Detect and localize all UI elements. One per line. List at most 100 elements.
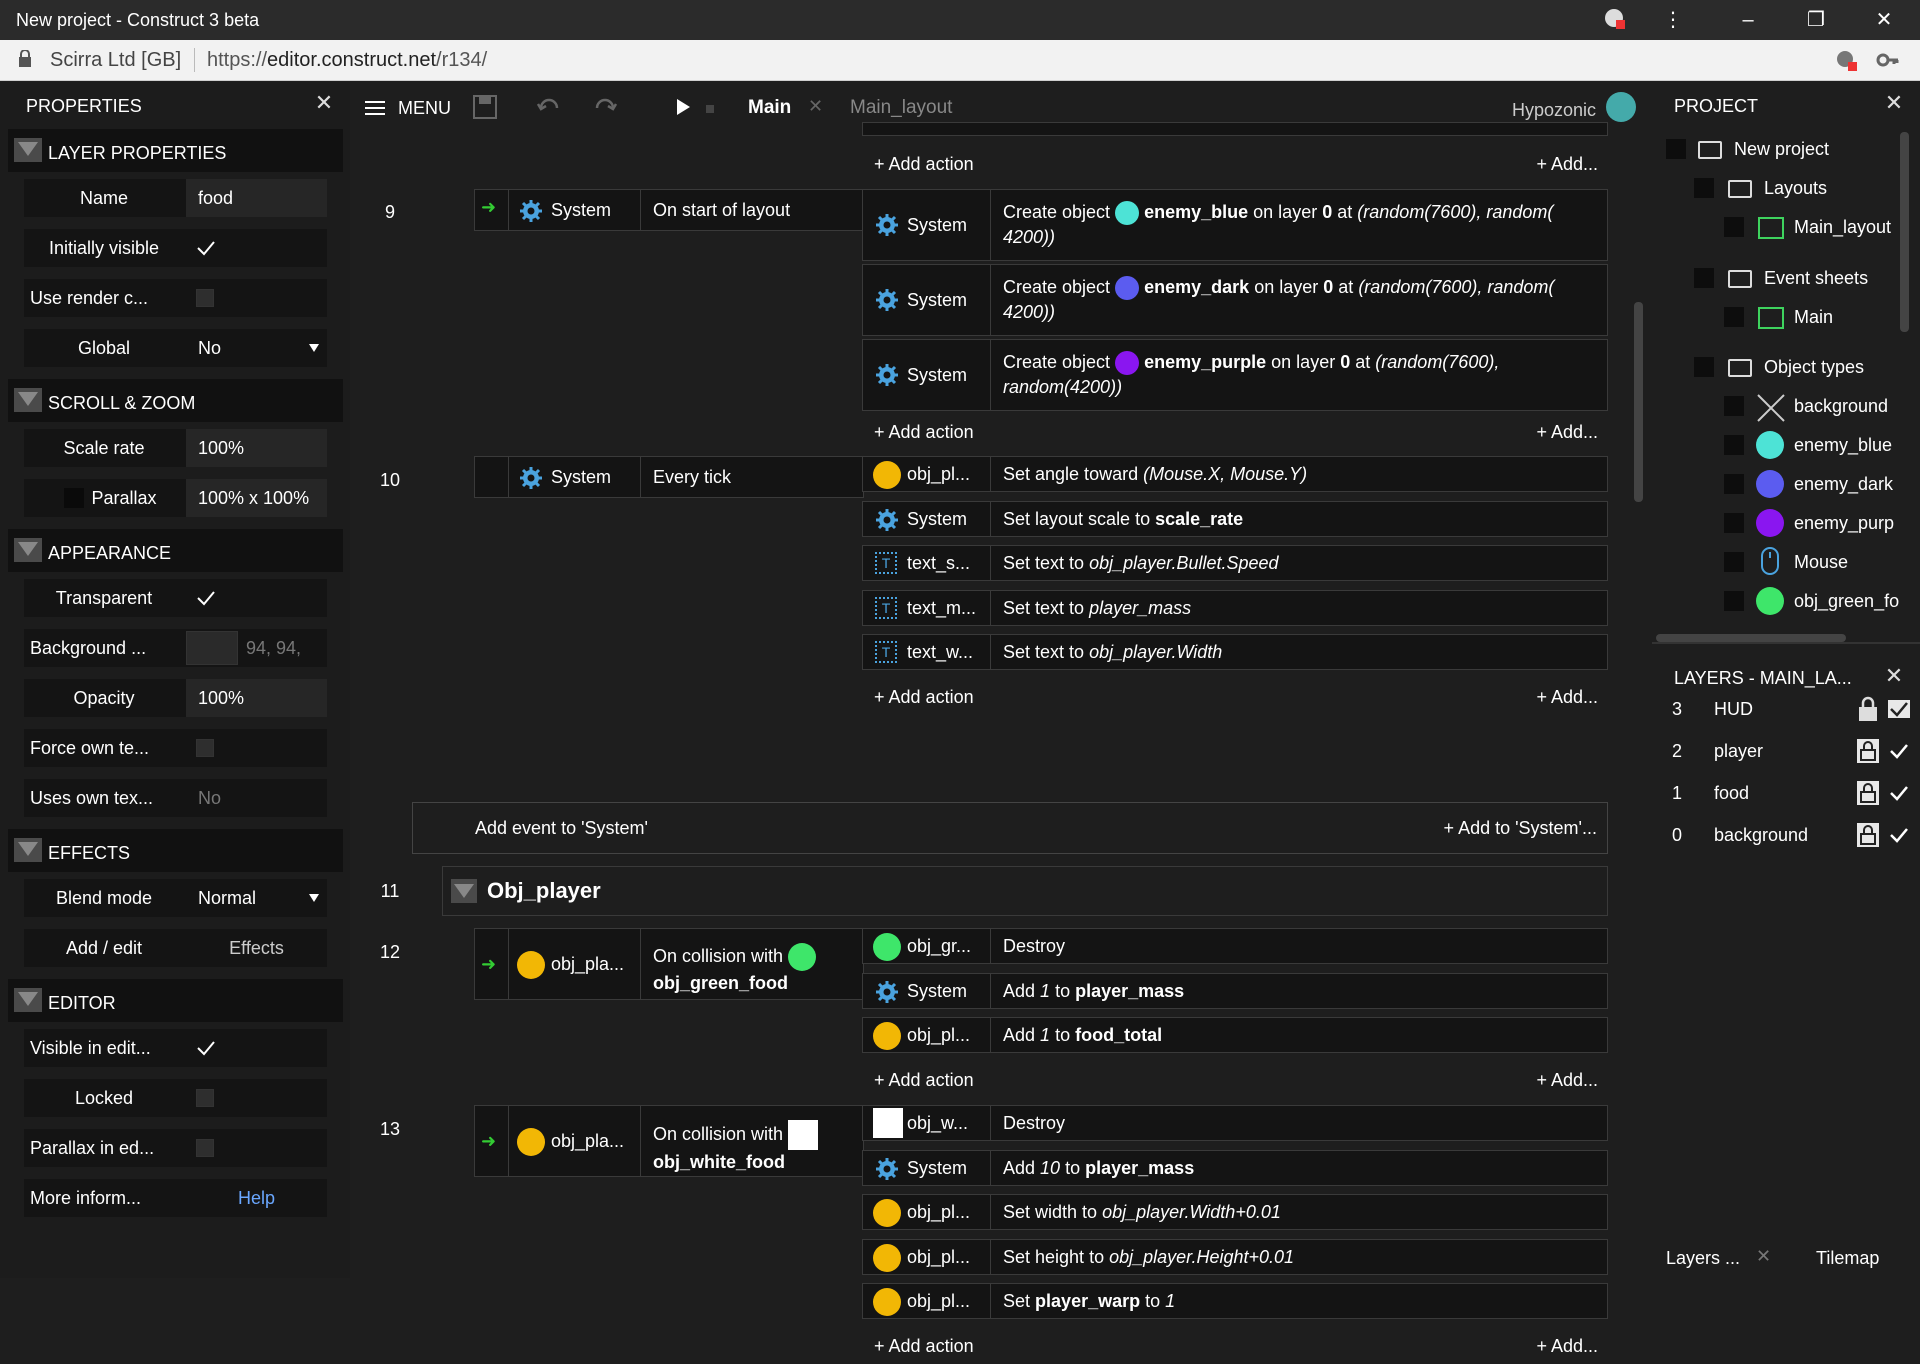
layer-name[interactable]: player	[1714, 730, 1763, 772]
tree-checkbox[interactable]	[1724, 474, 1744, 494]
action-object[interactable]: obj_pl...	[862, 1017, 992, 1053]
checkbox[interactable]	[196, 1089, 214, 1107]
action-text[interactable]: Set text to player_mass	[990, 589, 1608, 626]
tab-tilemap[interactable]: Tilemap	[1816, 1248, 1879, 1269]
expand-icon[interactable]	[1694, 268, 1714, 288]
prop-name[interactable]: Name food	[24, 179, 327, 217]
avatar[interactable]	[1606, 92, 1636, 122]
checkmark-icon[interactable]	[196, 589, 216, 607]
action-text[interactable]: Add 1 to food_total	[990, 1017, 1608, 1053]
condition-text[interactable]: Every tick	[640, 456, 864, 498]
prev-action-row[interactable]	[862, 122, 1608, 136]
play-icon[interactable]	[670, 94, 696, 120]
condition-object[interactable]: System	[508, 456, 642, 498]
tree-item-main-layout[interactable]: Main_layout	[1794, 212, 1891, 242]
prop-scale-rate[interactable]: Scale rate 100%	[24, 429, 327, 467]
incognito-icon[interactable]	[1600, 6, 1628, 34]
checkbox[interactable]	[196, 289, 214, 307]
condition-object[interactable]: System	[508, 189, 642, 231]
user-name[interactable]: Hypozonic	[1512, 100, 1596, 121]
section-layer-properties[interactable]: LAYER PROPERTIES	[8, 129, 343, 172]
event-sheet-scrollbar[interactable]	[1634, 302, 1643, 502]
add-action-row[interactable]: + Add action + Add...	[862, 146, 1608, 182]
close-tab-icon[interactable]: ✕	[1756, 1246, 1771, 1267]
prop-visible-in-editor[interactable]: Visible in edit...	[24, 1029, 327, 1067]
condition-text[interactable]: On collision with obj_white_food	[640, 1105, 864, 1177]
add-action-row[interactable]: + Add action + Add...	[862, 1327, 1608, 1364]
action-object[interactable]: obj_gr...	[862, 928, 992, 964]
tree-checkbox[interactable]	[1724, 217, 1744, 237]
layer-name[interactable]: food	[1714, 772, 1749, 814]
lock-closed-icon[interactable]	[1856, 696, 1880, 722]
tree-item-object[interactable]: enemy_blue	[1794, 430, 1892, 460]
tree-root[interactable]: New project	[1734, 134, 1829, 164]
expand-icon[interactable]	[1694, 357, 1714, 377]
tree-item-object[interactable]: Mouse	[1794, 547, 1848, 577]
extension-icon[interactable]	[1834, 48, 1858, 77]
tab-layers[interactable]: Layers ...	[1666, 1248, 1740, 1269]
action-text[interactable]: Set text to obj_player.Width	[990, 634, 1608, 670]
save-icon[interactable]	[472, 94, 498, 120]
prop-parallax[interactable]: Parallax 100% x 100%	[24, 479, 327, 517]
event-handle[interactable]: ➜	[474, 189, 512, 231]
add-action-row[interactable]: + Add action + Add...	[862, 1061, 1608, 1098]
address-bar[interactable]: Scirra Ltd [GB] https://editor.construct…	[0, 40, 1920, 81]
event-handle[interactable]: ➜	[474, 928, 512, 1000]
tab-main-layout[interactable]: Main_layout	[850, 97, 952, 119]
dropdown-arrow-icon[interactable]	[309, 344, 319, 352]
section-editor[interactable]: EDITOR	[8, 979, 343, 1022]
tree-item-object[interactable]: enemy_purp	[1794, 508, 1894, 538]
layer-name[interactable]: HUD	[1714, 688, 1753, 730]
tree-folder-layouts[interactable]: Layouts	[1764, 173, 1827, 203]
tree-checkbox[interactable]	[1724, 396, 1744, 416]
action-object[interactable]: System	[862, 972, 992, 1009]
close-tab-icon[interactable]: ✕	[808, 96, 823, 117]
tree-checkbox[interactable]	[1724, 552, 1744, 572]
condition-object[interactable]: obj_pla...	[508, 928, 642, 1000]
layer-visible-checkbox[interactable]	[1888, 784, 1910, 802]
action-object[interactable]: obj_pl...	[862, 456, 992, 492]
prop-force-own-texture[interactable]: Force own te...	[24, 729, 327, 767]
layer-row[interactable]: 1 food	[1652, 772, 1920, 814]
lock-open-icon[interactable]	[1856, 822, 1880, 848]
checkbox[interactable]	[196, 1139, 214, 1157]
add-action-label[interactable]: Add action	[889, 154, 974, 174]
section-effects[interactable]: EFFECTS	[8, 829, 343, 872]
condition-object[interactable]: obj_pla...	[508, 1105, 642, 1177]
action-object[interactable]: obj_pl...	[862, 1238, 992, 1275]
action-text[interactable]: Set text to obj_player.Bullet.Speed	[990, 545, 1608, 581]
help-link[interactable]: Help	[186, 1179, 327, 1217]
action-object[interactable]: Ttext_s...	[862, 545, 992, 581]
prop-blend-mode[interactable]: Blend mode Normal	[24, 879, 327, 917]
more-vert-icon[interactable]: ⋮	[1659, 6, 1687, 34]
prop-initially-visible[interactable]: Initially visible	[24, 229, 327, 267]
action-text[interactable]: Set width to obj_player.Width+0.01	[990, 1194, 1608, 1230]
close-properties-icon[interactable]: ✕	[314, 92, 334, 114]
prop-more-information[interactable]: More inform... Help	[24, 1179, 327, 1217]
action-text[interactable]: Add 10 to player_mass	[990, 1149, 1608, 1186]
prop-transparent[interactable]: Transparent	[24, 579, 327, 617]
layer-row[interactable]: 2 player	[1652, 730, 1920, 772]
prop-locked[interactable]: Locked	[24, 1079, 327, 1117]
close-project-icon[interactable]: ✕	[1884, 92, 1904, 114]
prop-add-edit-effects[interactable]: Add / edit Effects	[24, 929, 327, 967]
action-object[interactable]: Ttext_m...	[862, 589, 992, 626]
add-event-row[interactable]: Add event to 'System' + Add to 'System'.…	[412, 802, 1608, 854]
url-text[interactable]: https://editor.construct.net/r134/	[207, 49, 487, 72]
play-options-icon[interactable]	[706, 105, 714, 113]
tree-folder-event-sheets[interactable]: Event sheets	[1764, 263, 1868, 293]
redo-icon[interactable]	[592, 94, 618, 120]
blend-select[interactable]: Normal	[186, 879, 327, 917]
layer-visible-checkbox[interactable]	[1888, 742, 1910, 760]
expand-icon[interactable]	[1694, 178, 1714, 198]
action-object[interactable]: System	[862, 264, 992, 336]
effects-link[interactable]: Effects	[186, 929, 327, 967]
action-text[interactable]: Set player_warp to 1	[990, 1283, 1608, 1319]
restore-icon[interactable]: ❐	[1802, 6, 1830, 34]
add-action-row[interactable]: + Add action + Add...	[862, 678, 1608, 715]
layer-visible-checkbox[interactable]	[1888, 826, 1910, 844]
lock-open-icon[interactable]	[1856, 780, 1880, 806]
tree-checkbox[interactable]	[1724, 513, 1744, 533]
add-to-system-label[interactable]: Add to 'System'...	[1458, 818, 1597, 838]
prop-opacity[interactable]: Opacity 100%	[24, 679, 327, 717]
